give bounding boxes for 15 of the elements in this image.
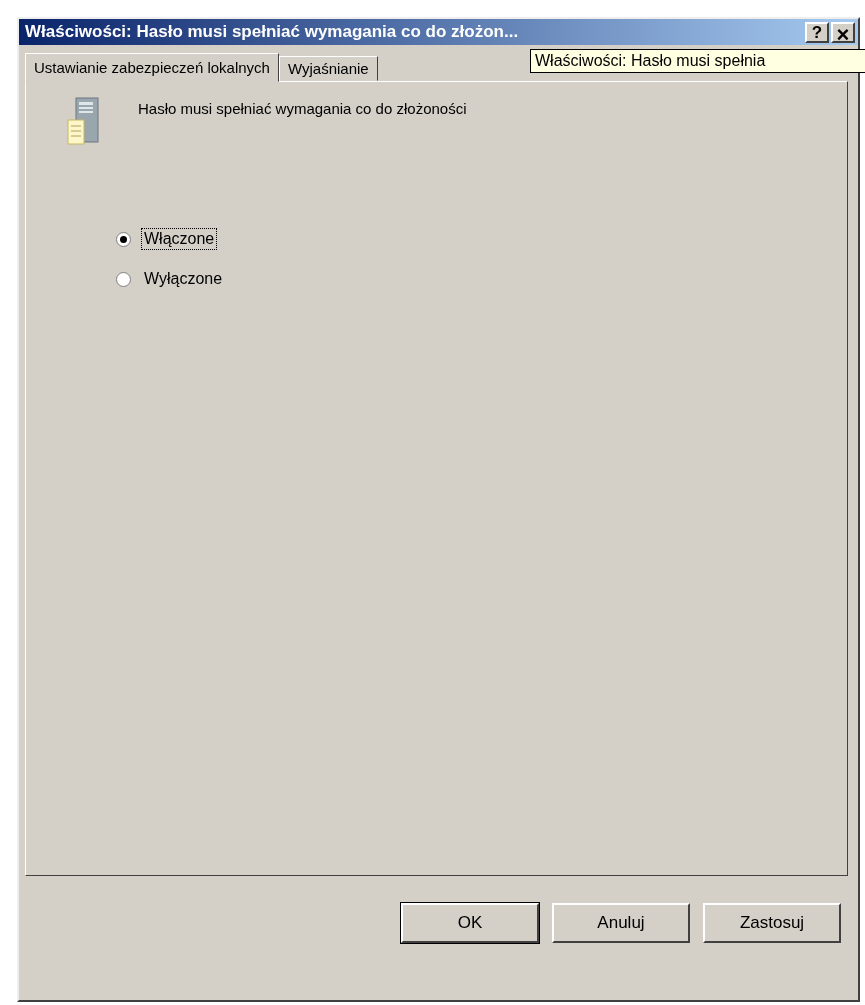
tab[interactable]: Wyjaśnianie (278, 56, 378, 81)
tab[interactable]: Ustawianie zabezpieczeń lokalnych (25, 53, 279, 82)
dialog-button[interactable]: Zastosuj (703, 903, 841, 943)
option-label: Włączone (141, 228, 218, 250)
window-title: Właściwości: Hasło musi spełniać wymagania co do złożon... (25, 22, 520, 42)
dialog-button[interactable]: Anuluj (552, 903, 690, 943)
server-document-icon (66, 96, 100, 146)
tooltip: Właściwości: Hasło musi spełnia (530, 49, 865, 73)
help-button[interactable]: ? (805, 21, 829, 43)
radio-button[interactable] (116, 271, 131, 287)
dialog-button[interactable]: OK (401, 903, 539, 943)
radio-button[interactable] (116, 231, 131, 247)
close-button[interactable]: × (831, 21, 855, 43)
policy-name: Hasło musi spełniać wymagania co do złożoności (138, 99, 467, 117)
option-label: Wyłączone (143, 269, 224, 289)
